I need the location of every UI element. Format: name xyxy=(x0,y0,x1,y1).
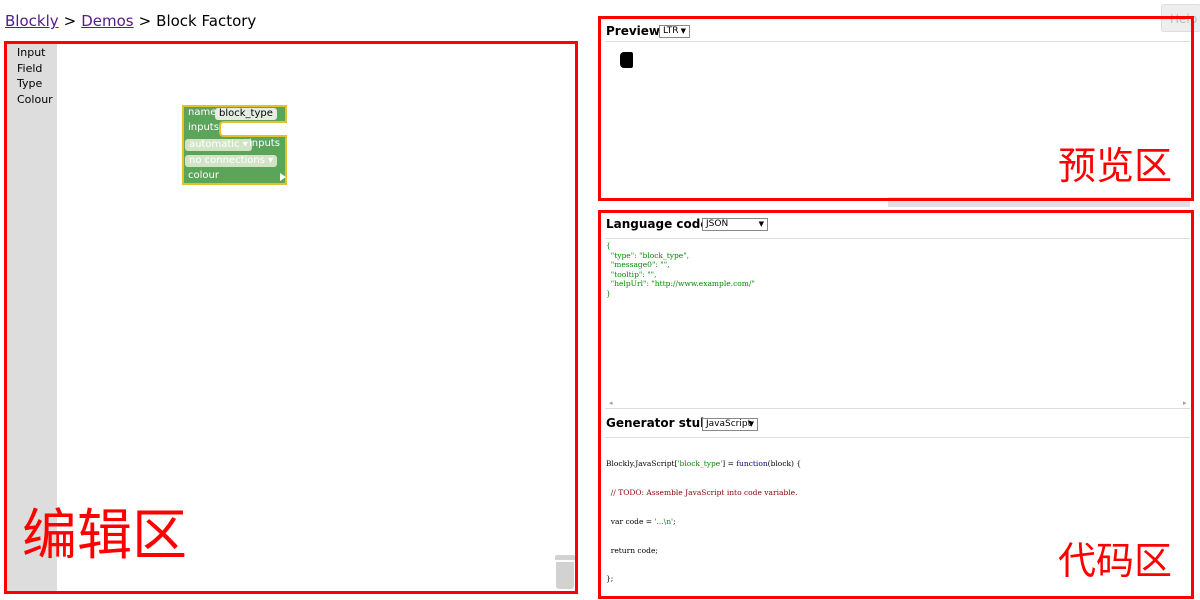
breadcrumb: Blockly > Demos > Block Factory xyxy=(5,11,256,31)
editor-area-label: 编辑区 xyxy=(22,503,188,567)
breadcrumb-link-demos[interactable]: Demos xyxy=(81,12,133,30)
breadcrumb-link-blockly[interactable]: Blockly xyxy=(5,12,59,30)
breadcrumb-current: Block Factory xyxy=(156,12,257,30)
breadcrumb-separator: > xyxy=(63,12,77,30)
breadcrumb-separator: > xyxy=(138,12,152,30)
code-area-label: 代码区 xyxy=(1058,539,1173,583)
preview-area-label: 预览区 xyxy=(1058,144,1173,188)
